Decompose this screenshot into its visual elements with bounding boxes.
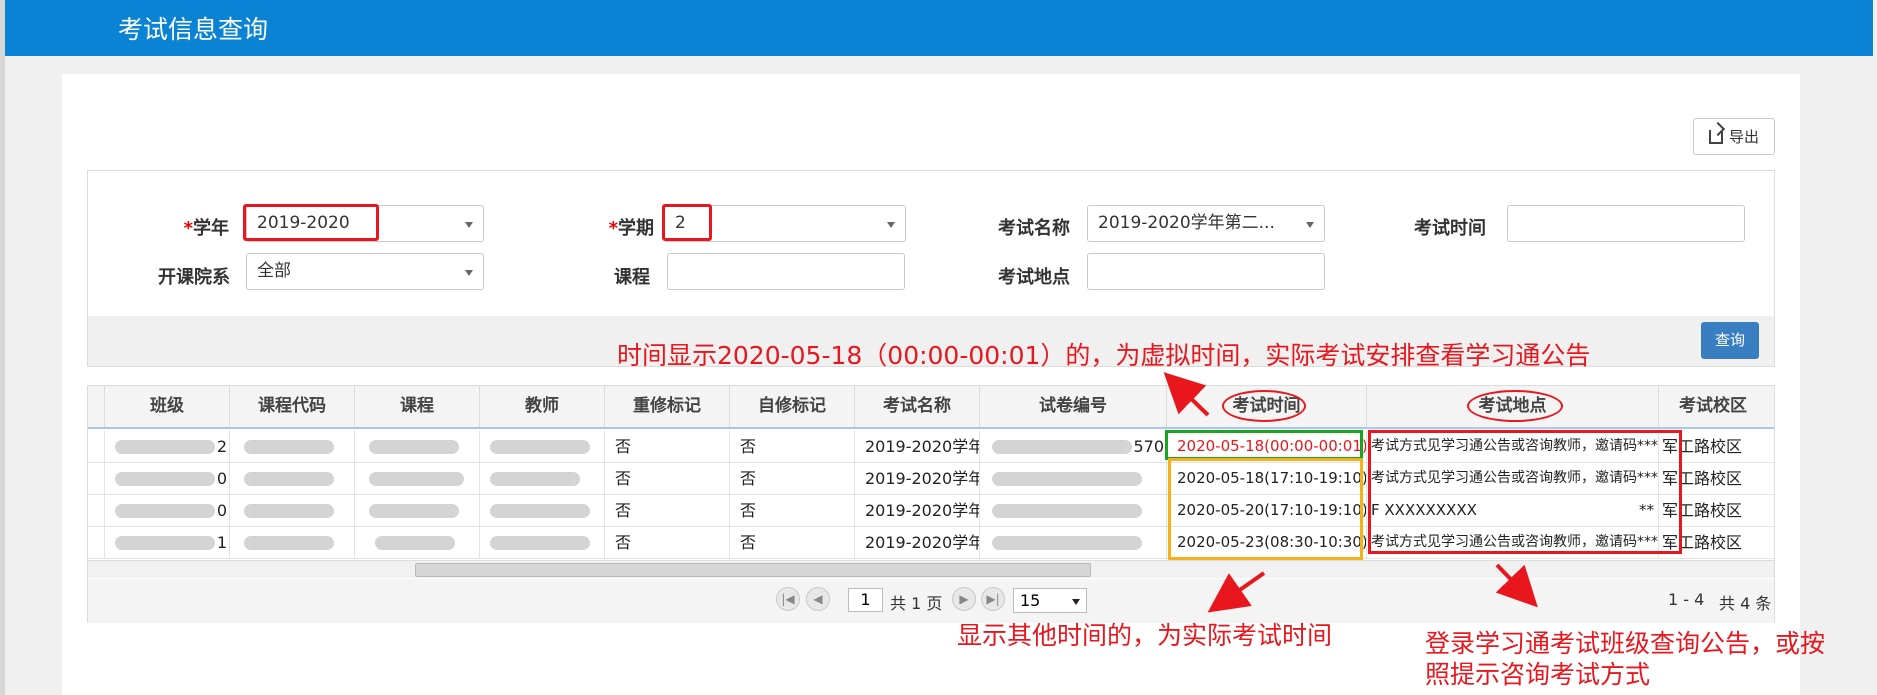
arrow-real-time — [1207, 571, 1266, 613]
arrow-place — [1495, 563, 1538, 608]
annotation-arrows — [1163, 372, 1538, 613]
page: 考试信息查询 导出 *学年 2019-2020 *学期 2 考试名称 2019-… — [0, 0, 1877, 695]
arrow-virtual-time — [1163, 372, 1210, 417]
